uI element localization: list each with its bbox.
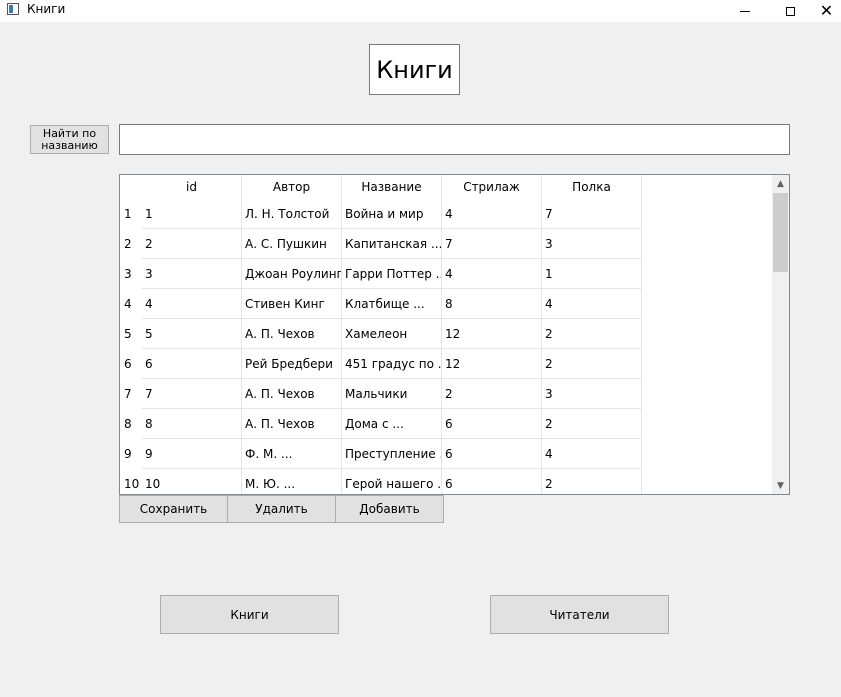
row-header[interactable]: 5 — [120, 319, 142, 349]
table-row[interactable]: 9 9 Ф. М. ... Преступление ... 6 4 — [120, 439, 642, 469]
cell-shelf[interactable]: 3 — [542, 229, 642, 259]
row-header[interactable]: 7 — [120, 379, 142, 409]
cell-id[interactable]: 5 — [142, 319, 242, 349]
table-row[interactable]: 8 8 А. П. Чехов Дома с ... 6 2 — [120, 409, 642, 439]
cell-rack[interactable]: 12 — [442, 319, 542, 349]
vertical-scrollbar[interactable]: ▲ ▼ — [772, 175, 789, 494]
cell-id[interactable]: 1 — [142, 199, 242, 229]
page-title: Книги — [369, 44, 460, 95]
cell-id[interactable]: 7 — [142, 379, 242, 409]
close-icon: ✕ — [819, 1, 834, 20]
search-button-label-line2: названию — [41, 138, 98, 152]
cell-rack[interactable]: 7 — [442, 229, 542, 259]
cell-id[interactable]: 9 — [142, 439, 242, 469]
row-header[interactable]: 6 — [120, 349, 142, 379]
cell-title[interactable]: Герой нашего ... — [342, 469, 442, 494]
cell-rack[interactable]: 12 — [442, 349, 542, 379]
cell-rack[interactable]: 6 — [442, 469, 542, 494]
cell-shelf[interactable]: 2 — [542, 469, 642, 494]
window-title: Книги — [27, 2, 66, 16]
cell-author[interactable]: А. П. Чехов — [242, 319, 342, 349]
cell-shelf[interactable]: 3 — [542, 379, 642, 409]
column-header-title[interactable]: Название — [342, 175, 442, 199]
minimize-button[interactable] — [722, 0, 768, 22]
cell-shelf[interactable]: 2 — [542, 319, 642, 349]
cell-title[interactable]: Хамелеон — [342, 319, 442, 349]
search-by-title-button[interactable]: Найти по названию — [30, 125, 109, 154]
row-header[interactable]: 4 — [120, 289, 142, 319]
table-row[interactable]: 10 10 М. Ю. ... Герой нашего ... 6 2 — [120, 469, 642, 494]
cell-shelf[interactable]: 7 — [542, 199, 642, 229]
maximize-icon — [785, 6, 795, 16]
table-row[interactable]: 3 3 Джоан Роулинг Гарри Поттер ... 4 1 — [120, 259, 642, 289]
books-nav-button[interactable]: Книги — [160, 595, 339, 634]
row-header[interactable]: 8 — [120, 409, 142, 439]
row-header[interactable]: 3 — [120, 259, 142, 289]
cell-title[interactable]: 451 градус по ... — [342, 349, 442, 379]
table-row[interactable]: 7 7 А. П. Чехов Мальчики 2 3 — [120, 379, 642, 409]
cell-author[interactable]: Рей Бредбери — [242, 349, 342, 379]
cell-id[interactable]: 3 — [142, 259, 242, 289]
maximize-button[interactable] — [767, 0, 813, 22]
table-row[interactable]: 1 1 Л. Н. Толстой Война и мир 4 7 — [120, 199, 642, 229]
cell-shelf[interactable]: 4 — [542, 289, 642, 319]
add-button[interactable]: Добавить — [335, 495, 444, 523]
column-header-id[interactable]: id — [142, 175, 242, 199]
cell-author[interactable]: А. С. Пушкин — [242, 229, 342, 259]
cell-title[interactable]: Война и мир — [342, 199, 442, 229]
books-table[interactable]: id Автор Название Стрилаж Полка 1 1 Л. Н. … — [119, 174, 790, 495]
delete-button[interactable]: Удалить — [227, 495, 336, 523]
minimize-icon — [740, 10, 750, 12]
close-button[interactable]: ✕ — [812, 0, 841, 22]
search-button-label: Найти по названию — [41, 127, 98, 152]
readers-nav-button[interactable]: Читатели — [490, 595, 669, 634]
cell-author[interactable]: Стивен Кинг — [242, 289, 342, 319]
table-row[interactable]: 6 6 Рей Бредбери 451 градус по ... 12 2 — [120, 349, 642, 379]
scroll-down-icon[interactable]: ▼ — [772, 477, 789, 494]
cell-title[interactable]: Мальчики — [342, 379, 442, 409]
title-bar: Книги ✕ — [0, 0, 841, 22]
row-header[interactable]: 1 — [120, 199, 142, 229]
app-icon — [7, 3, 19, 15]
table-row[interactable]: 2 2 А. С. Пушкин Капитанская ... 7 3 — [120, 229, 642, 259]
scroll-thumb[interactable] — [773, 193, 788, 272]
column-header-rack[interactable]: Стрилаж — [442, 175, 542, 199]
search-input[interactable] — [119, 124, 790, 155]
column-header-shelf[interactable]: Полка — [542, 175, 642, 199]
cell-rack[interactable]: 8 — [442, 289, 542, 319]
cell-id[interactable]: 6 — [142, 349, 242, 379]
save-button[interactable]: Сохранить — [119, 495, 228, 523]
table-row[interactable]: 5 5 А. П. Чехов Хамелеон 12 2 — [120, 319, 642, 349]
cell-author[interactable]: Л. Н. Толстой — [242, 199, 342, 229]
row-header[interactable]: 9 — [120, 439, 142, 469]
cell-title[interactable]: Клатбище ... — [342, 289, 442, 319]
scroll-up-icon[interactable]: ▲ — [772, 175, 789, 192]
cell-shelf[interactable]: 4 — [542, 439, 642, 469]
cell-id[interactable]: 4 — [142, 289, 242, 319]
cell-author[interactable]: Джоан Роулинг — [242, 259, 342, 289]
cell-rack[interactable]: 2 — [442, 379, 542, 409]
cell-title[interactable]: Гарри Поттер ... — [342, 259, 442, 289]
cell-title[interactable]: Капитанская ... — [342, 229, 442, 259]
cell-rack[interactable]: 4 — [442, 259, 542, 289]
cell-author[interactable]: А. П. Чехов — [242, 379, 342, 409]
cell-author[interactable]: Ф. М. ... — [242, 439, 342, 469]
cell-id[interactable]: 8 — [142, 409, 242, 439]
row-header[interactable]: 2 — [120, 229, 142, 259]
cell-shelf[interactable]: 2 — [542, 409, 642, 439]
cell-author[interactable]: М. Ю. ... — [242, 469, 342, 494]
cell-shelf[interactable]: 1 — [542, 259, 642, 289]
cell-rack[interactable]: 6 — [442, 409, 542, 439]
table-row[interactable]: 4 4 Стивен Кинг Клатбище ... 8 4 — [120, 289, 642, 319]
cell-title[interactable]: Дома с ... — [342, 409, 442, 439]
column-header-author[interactable]: Автор — [242, 175, 342, 199]
cell-id[interactable]: 2 — [142, 229, 242, 259]
row-header[interactable]: 10 — [120, 469, 142, 494]
cell-id[interactable]: 10 — [142, 469, 242, 494]
cell-title[interactable]: Преступление ... — [342, 439, 442, 469]
cell-shelf[interactable]: 2 — [542, 349, 642, 379]
cell-rack[interactable]: 6 — [442, 439, 542, 469]
cell-author[interactable]: А. П. Чехов — [242, 409, 342, 439]
cell-rack[interactable]: 4 — [442, 199, 542, 229]
